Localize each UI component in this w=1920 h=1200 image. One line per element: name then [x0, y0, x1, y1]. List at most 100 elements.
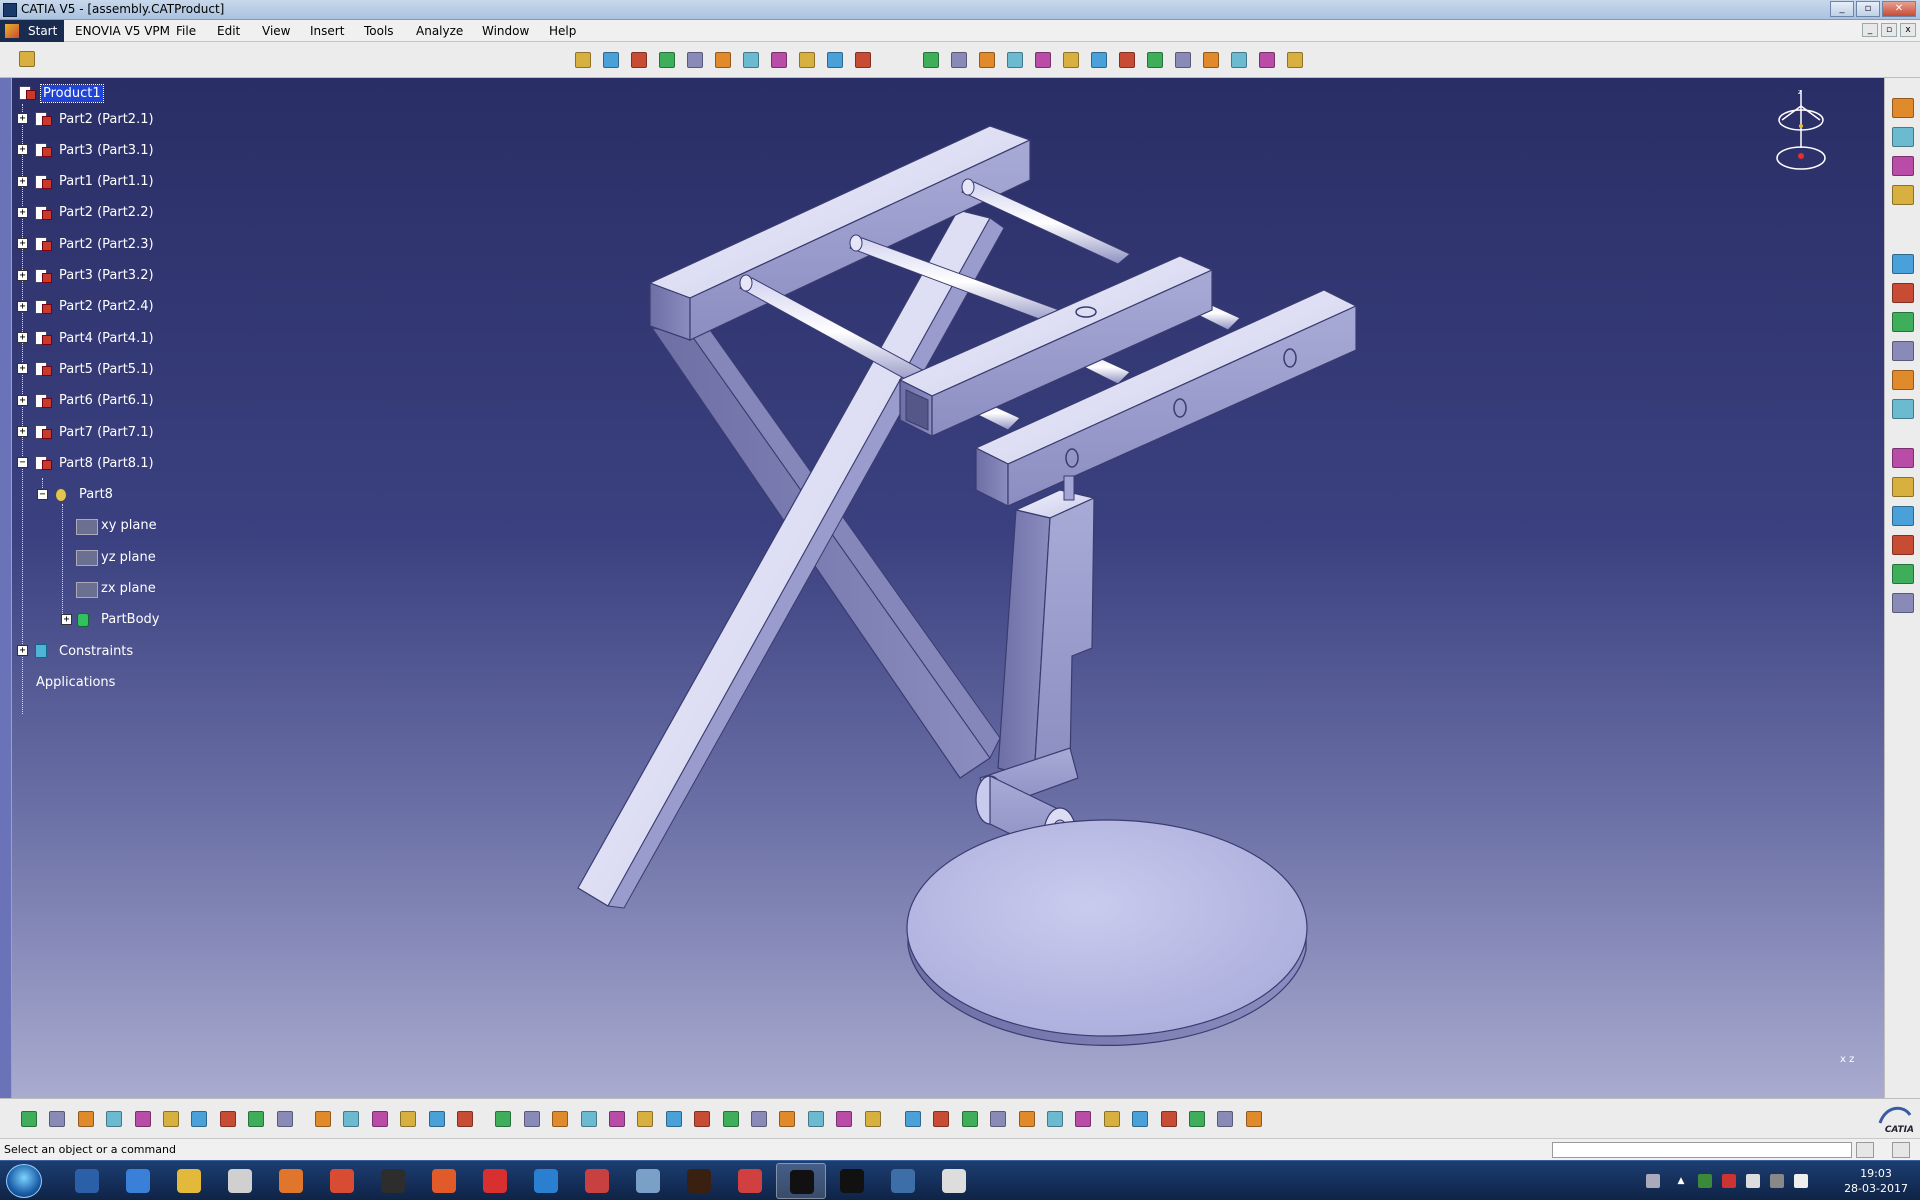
illustrator-taskbar-button[interactable]	[674, 1163, 724, 1199]
usb-icon[interactable]	[1746, 1174, 1760, 1188]
media-player-taskbar-button[interactable]	[215, 1163, 265, 1199]
apply-material-icon[interactable]	[1158, 1108, 1180, 1130]
swap-space-icon[interactable]	[833, 1108, 855, 1130]
split-icon[interactable]	[1892, 185, 1914, 205]
windows-explorer-taskbar-button[interactable]	[62, 1163, 112, 1199]
tree-item-part[interactable]: Part3 (Part3.1)	[34, 139, 156, 161]
zoom-in-icon[interactable]	[634, 1108, 656, 1130]
numbering-icon[interactable]	[740, 49, 762, 71]
weld-icon[interactable]	[1892, 506, 1914, 526]
tree-expander[interactable]: +	[17, 300, 28, 312]
menu-view[interactable]: View	[262, 20, 290, 42]
clock[interactable]: 19:03 28-03-2017	[1844, 1166, 1908, 1196]
photo-icon[interactable]	[1214, 1108, 1236, 1130]
component-icon[interactable]	[600, 49, 622, 71]
hole-icon[interactable]	[1892, 254, 1914, 274]
scenes-icon[interactable]	[1892, 564, 1914, 584]
scanner-taskbar-button[interactable]	[623, 1163, 673, 1199]
normal-view-icon[interactable]	[691, 1108, 713, 1130]
menu-help[interactable]: Help	[549, 20, 576, 42]
tree-item-part[interactable]: Part1 (Part1.1)	[34, 171, 156, 193]
multi-view-icon[interactable]	[720, 1108, 742, 1130]
command-history-button[interactable]	[1892, 1142, 1910, 1158]
tree-item-part[interactable]: Part7 (Part7.1)	[34, 421, 156, 443]
ie-taskbar-button[interactable]	[113, 1163, 163, 1199]
fix-icon[interactable]	[1200, 49, 1222, 71]
comment-icon[interactable]	[340, 1108, 362, 1130]
light-icon[interactable]	[1072, 1108, 1094, 1130]
tree-item-part[interactable]: Part8 (Part8.1)	[34, 452, 156, 474]
tree-expander[interactable]: +	[17, 363, 28, 375]
add-icon[interactable]	[1892, 312, 1914, 332]
volume-icon[interactable]	[1794, 1174, 1808, 1188]
doc-close-button[interactable]: x	[1900, 23, 1916, 37]
menu-file[interactable]: File	[176, 20, 196, 42]
save-icon[interactable]	[75, 1108, 97, 1130]
doc-minimize-button[interactable]: _	[1862, 23, 1878, 37]
menu-edit[interactable]: Edit	[217, 20, 240, 42]
catalog-icon[interactable]	[862, 1108, 884, 1130]
pan-icon[interactable]	[578, 1108, 600, 1130]
distance-icon[interactable]	[1060, 49, 1082, 71]
tree-expander[interactable]: +	[17, 645, 28, 657]
command-list-button[interactable]	[1856, 1142, 1874, 1158]
acrobat-taskbar-button[interactable]	[725, 1163, 775, 1199]
action-center-icon[interactable]	[1722, 1174, 1736, 1188]
symmetry-icon[interactable]	[1892, 370, 1914, 390]
tree-item-part[interactable]: Part6 (Part6.1)	[34, 390, 156, 412]
tree-item-part[interactable]: Part2 (Part2.1)	[34, 108, 156, 130]
open-icon[interactable]	[46, 1108, 68, 1130]
display-icon[interactable]	[1770, 1174, 1784, 1188]
tree-expander[interactable]: +	[17, 426, 28, 437]
clash-icon[interactable]	[1004, 49, 1026, 71]
contact-icon[interactable]	[1116, 49, 1138, 71]
camera-taskbar-button[interactable]	[929, 1163, 979, 1199]
stop-manipulate-icon[interactable]	[976, 49, 998, 71]
shading-icon[interactable]	[776, 1108, 798, 1130]
tree-item-part[interactable]: Part4 (Part4.1)	[34, 327, 156, 349]
tree-item-partbody[interactable]: PartBody	[76, 609, 161, 631]
folder-taskbar-button[interactable]	[164, 1163, 214, 1199]
capture-icon[interactable]	[959, 1108, 981, 1130]
undo-icon[interactable]	[217, 1108, 239, 1130]
network-icon[interactable]	[1698, 1174, 1712, 1188]
product-icon[interactable]	[572, 49, 594, 71]
refresh-icon[interactable]	[1101, 1108, 1123, 1130]
tree-expander[interactable]: +	[17, 332, 28, 344]
hide-show-icon[interactable]	[805, 1108, 827, 1130]
menu-window[interactable]: Window	[482, 20, 529, 42]
solidworks-taskbar-button[interactable]	[470, 1163, 520, 1199]
whats-this-icon[interactable]	[274, 1108, 296, 1130]
publish-icon[interactable]	[987, 1108, 1009, 1130]
iso-view-icon[interactable]	[748, 1108, 770, 1130]
tree-expander[interactable]: +	[17, 238, 28, 250]
coincidence-icon[interactable]	[1088, 49, 1110, 71]
assembly-model[interactable]	[0, 78, 1884, 1098]
smart-move-icon[interactable]	[920, 49, 942, 71]
firefox-taskbar-button[interactable]	[266, 1163, 316, 1199]
fly-icon[interactable]	[521, 1108, 543, 1130]
replace-icon[interactable]	[684, 49, 706, 71]
remove-icon[interactable]	[1892, 341, 1914, 361]
macro-icon[interactable]	[369, 1108, 391, 1130]
knowledge-icon[interactable]	[930, 1108, 952, 1130]
flag-note-icon[interactable]	[1892, 448, 1914, 468]
menu-analyze[interactable]: Analyze	[416, 20, 463, 42]
analysis-icon[interactable]	[492, 1108, 514, 1130]
windows-start-button[interactable]	[6, 1164, 42, 1198]
sketch-icon[interactable]	[902, 1108, 924, 1130]
annotation-icon[interactable]	[1044, 1108, 1066, 1130]
tree-item-part[interactable]: Part2 (Part2.3)	[34, 233, 156, 255]
restore-button[interactable]: ▫	[1856, 1, 1880, 17]
assembly-features-icon[interactable]	[1892, 156, 1914, 176]
bill-icon[interactable]	[1892, 593, 1914, 613]
autodesk-taskbar-button[interactable]	[572, 1163, 622, 1199]
tree-item-part[interactable]: Part5 (Part5.1)	[34, 358, 156, 380]
copy-icon[interactable]	[160, 1108, 182, 1130]
tree-item-plane[interactable]: xy plane	[76, 515, 159, 537]
catia-taskbar-button[interactable]	[776, 1163, 826, 1199]
multi-instantiation-icon[interactable]	[768, 49, 790, 71]
tree-expander[interactable]: +	[17, 394, 28, 406]
reuse-pattern-icon[interactable]	[824, 49, 846, 71]
sectioning-icon[interactable]	[1032, 49, 1054, 71]
